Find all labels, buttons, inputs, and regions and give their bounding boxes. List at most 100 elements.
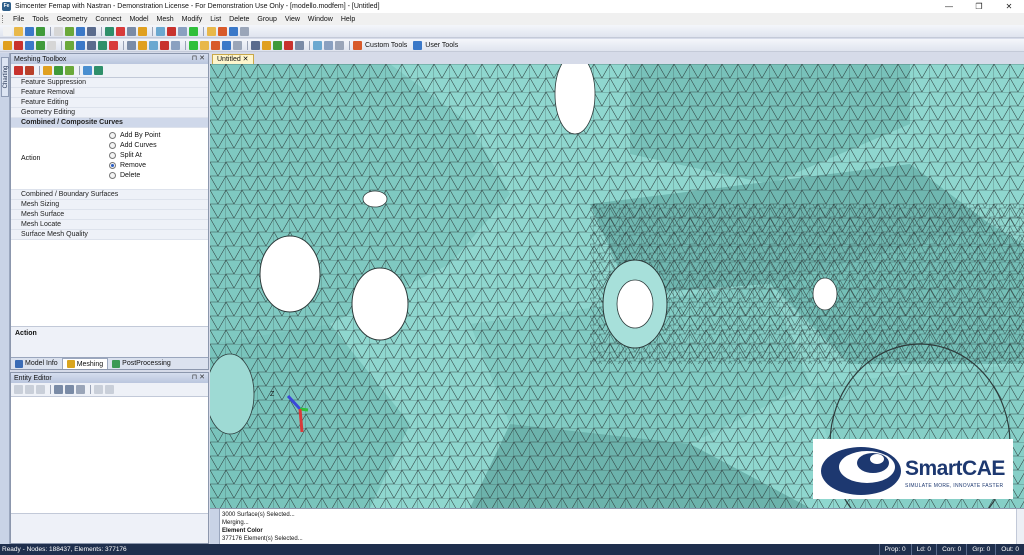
editor-list-icon[interactable] [76, 385, 85, 394]
toolbar-button-icon[interactable] [178, 26, 187, 36]
radio-button[interactable] [109, 141, 116, 149]
status-constraint[interactable]: Con: 0 [936, 544, 966, 555]
tab-untitled-view[interactable]: Untitled ✕ [212, 54, 254, 64]
toolbox-tool-icon[interactable] [54, 66, 63, 75]
tab-postprocessing[interactable]: PostProcessing [108, 358, 175, 369]
custom-tools-button[interactable]: Custom Tools [365, 42, 407, 49]
toolbar-button-icon[interactable] [76, 40, 85, 50]
tool-geometry-editing[interactable]: Geometry Editing [11, 108, 208, 118]
messages-scrollbar[interactable] [1016, 509, 1024, 545]
toolbar-button-icon[interactable] [160, 40, 169, 50]
toolbar-button-icon[interactable] [200, 40, 209, 50]
editor-select-icon[interactable] [14, 385, 23, 394]
toolbar-button-icon[interactable] [25, 40, 34, 50]
toolbar-button-icon[interactable] [149, 40, 158, 50]
menu-delete[interactable]: Delete [225, 16, 253, 23]
tool-feature-suppression[interactable]: Feature Suppression [11, 78, 208, 88]
tool-feature-removal[interactable]: Feature Removal [11, 88, 208, 98]
action-remove[interactable]: Remove [109, 160, 208, 170]
toolbox-options-icon[interactable] [65, 66, 74, 75]
toolbar-button-icon[interactable] [313, 40, 322, 50]
toolbox-menu-icon[interactable] [14, 66, 23, 75]
femap-app-icon[interactable]: Fe [2, 2, 11, 11]
toolbar-button-icon[interactable] [127, 26, 136, 36]
menu-help[interactable]: Help [337, 16, 359, 23]
editor-import-icon[interactable] [105, 385, 114, 394]
menu-window[interactable]: Window [304, 16, 337, 23]
close-button[interactable]: ✕ [994, 0, 1024, 13]
menu-mesh[interactable]: Mesh [153, 16, 178, 23]
toolbar-button-icon[interactable] [127, 40, 136, 50]
user-tools-button[interactable]: User Tools [425, 42, 458, 49]
panel-header-buttons[interactable]: ⊓ ✕ [192, 373, 205, 383]
toolbar-button-icon[interactable] [211, 40, 220, 50]
radio-button[interactable] [109, 171, 116, 179]
menu-view[interactable]: View [281, 16, 304, 23]
status-output[interactable]: Out: 0 [995, 544, 1024, 555]
menu-file[interactable]: File [9, 16, 28, 23]
toolbar-button-icon[interactable] [76, 26, 85, 36]
toolbar-button-icon[interactable] [138, 26, 147, 36]
status-load[interactable]: Ld: 0 [910, 544, 936, 555]
radio-button[interactable] [109, 151, 116, 159]
editor-sort-icon[interactable] [65, 385, 74, 394]
toolbar-button-icon[interactable] [105, 26, 114, 36]
toolbar-button-icon[interactable] [36, 26, 45, 36]
toolbar-button-icon[interactable] [87, 40, 96, 50]
menu-connect[interactable]: Connect [91, 16, 125, 23]
radio-button[interactable] [109, 131, 116, 139]
status-group[interactable]: Grp: 0 [966, 544, 995, 555]
toolbar-button-icon[interactable] [138, 40, 147, 50]
tool-combined-composite-curves[interactable]: Combined / Composite Curves [11, 118, 208, 128]
toolbar-button-icon[interactable] [240, 26, 249, 36]
toolbar-button-icon[interactable] [25, 26, 34, 36]
action-delete[interactable]: Delete [109, 170, 208, 180]
toolbar-button-icon[interactable] [36, 40, 45, 50]
tab-model-info[interactable]: Model Info [11, 358, 62, 369]
action-split-at[interactable]: Split At [109, 150, 208, 160]
toolbar-button-icon[interactable] [295, 40, 304, 50]
toolbar-button-icon[interactable] [167, 26, 176, 36]
toolbar-button-icon[interactable] [251, 40, 260, 50]
radio-button-checked[interactable] [109, 161, 116, 169]
toolbar-button-icon[interactable] [335, 40, 344, 50]
tool-mesh-surface[interactable]: Mesh Surface [11, 210, 208, 220]
tool-combined-boundary-surfaces[interactable]: Combined / Boundary Surfaces [11, 190, 208, 200]
action-add-curves[interactable]: Add Curves [109, 140, 208, 150]
toolbar-button-icon[interactable] [171, 40, 180, 50]
menu-modify[interactable]: Modify [178, 16, 207, 23]
toolbox-expand-icon[interactable] [83, 66, 92, 75]
toolbox-visibility-icon[interactable] [25, 66, 34, 75]
toolbar-button-icon[interactable] [229, 26, 238, 36]
toolbar-button-icon[interactable] [109, 40, 118, 50]
editor-categorized-icon[interactable] [54, 385, 63, 394]
toolbar-button-icon[interactable] [3, 26, 12, 36]
menu-tools[interactable]: Tools [28, 16, 52, 23]
toolbar-button-icon[interactable] [116, 26, 125, 36]
toolbar-button-icon[interactable] [65, 26, 74, 36]
toolbar-button-icon[interactable] [3, 40, 12, 50]
menu-list[interactable]: List [206, 16, 225, 23]
tab-meshing[interactable]: Meshing [61, 358, 109, 369]
toolbar-button-icon[interactable] [273, 40, 282, 50]
toolbar-button-icon[interactable] [189, 26, 198, 36]
charting-side-tab[interactable]: Charting [1, 57, 9, 97]
editor-copy-icon[interactable] [25, 385, 34, 394]
toolbar-button-icon[interactable] [233, 40, 242, 50]
panel-header-buttons[interactable]: ⊓ ✕ [192, 54, 205, 64]
menu-group[interactable]: Group [253, 16, 280, 23]
tool-feature-editing[interactable]: Feature Editing [11, 98, 208, 108]
toolbar-button-icon[interactable] [156, 26, 165, 36]
toolbar-button-icon[interactable] [284, 40, 293, 50]
toolbar-button-icon[interactable] [207, 26, 216, 36]
status-prop[interactable]: Prop: 0 [878, 544, 911, 555]
toolbar-button-icon[interactable] [222, 40, 231, 50]
toolbar-button-icon[interactable] [98, 40, 107, 50]
toolbar-button-icon[interactable] [189, 40, 198, 50]
tool-surface-mesh-quality[interactable]: Surface Mesh Quality [11, 230, 208, 240]
toolbar-button-icon[interactable] [14, 26, 23, 36]
toolbox-update-icon[interactable] [43, 66, 52, 75]
editor-export-icon[interactable] [94, 385, 103, 394]
toolbar-button-icon[interactable] [324, 40, 333, 50]
action-add-by-point[interactable]: Add By Point [109, 130, 208, 140]
